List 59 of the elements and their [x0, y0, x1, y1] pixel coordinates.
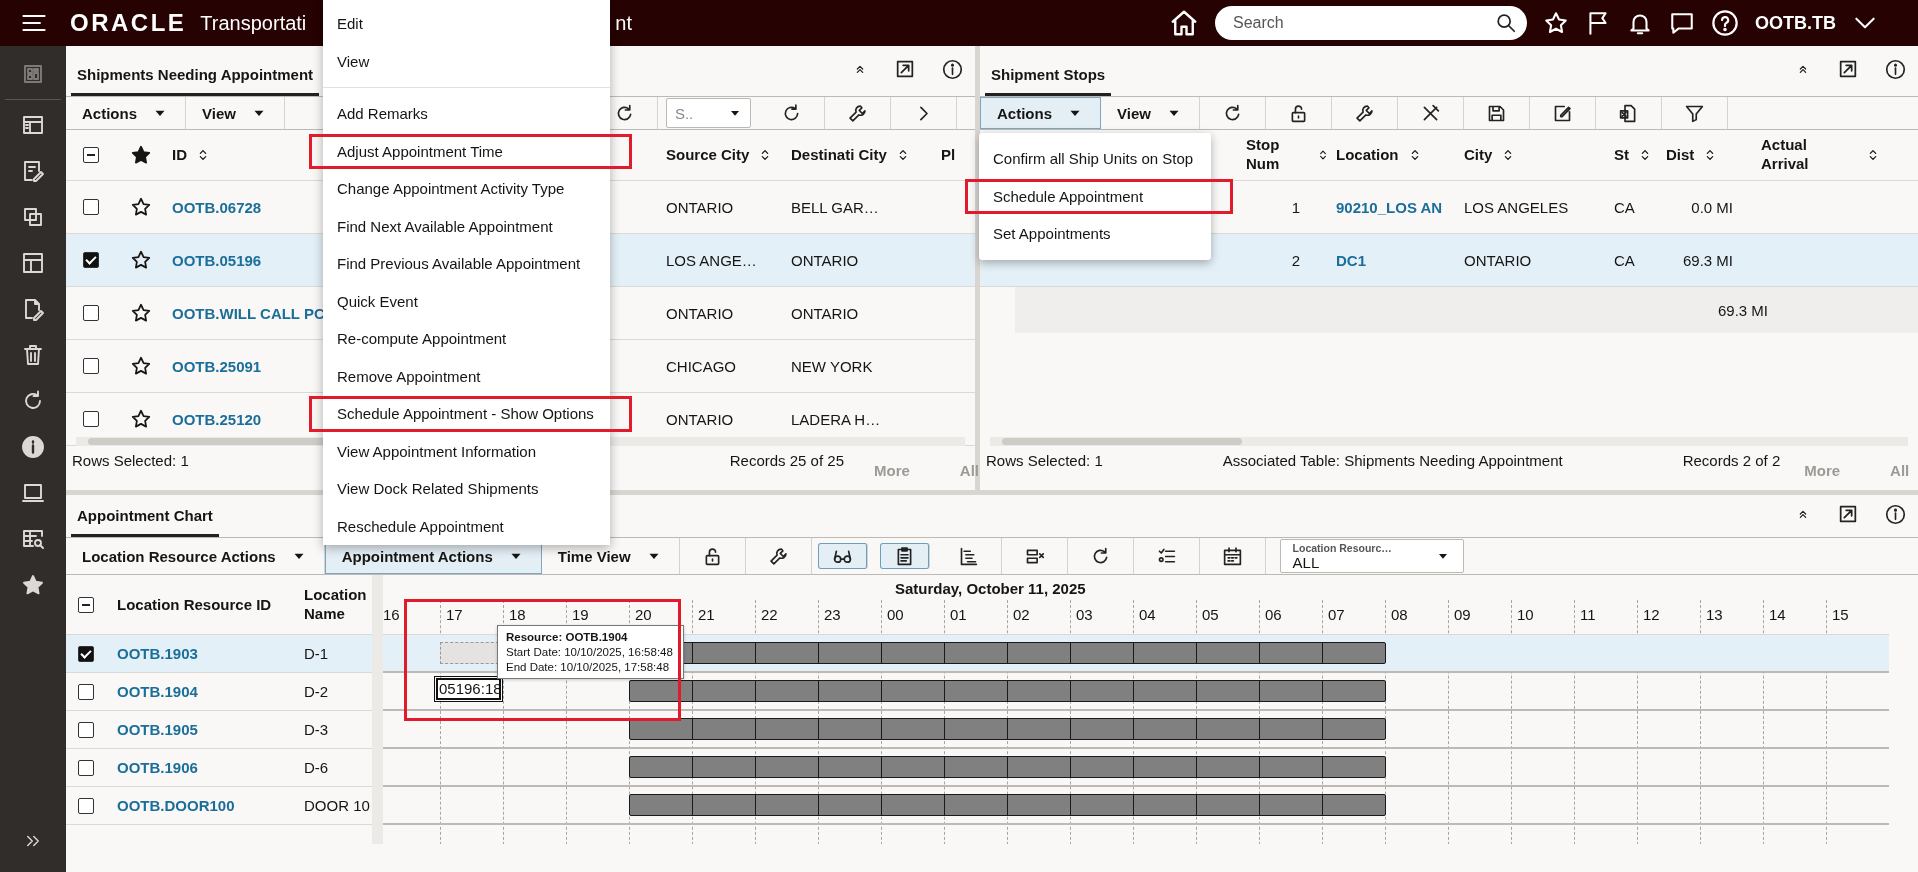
table-cell-text: ONTARIO: [790, 251, 860, 269]
hour-label: 14: [1769, 606, 1786, 623]
hour-label: 09: [1454, 606, 1471, 623]
hour-label: 04: [1139, 606, 1156, 623]
records-count: Records 25 of 25: [729, 452, 844, 469]
table-cell-text: ONTARIO: [1463, 251, 1533, 269]
app-title: nt: [615, 11, 632, 35]
rows-selected-text: Rows Selected: 1: [72, 452, 189, 469]
table-cell-text: CA: [1613, 251, 1636, 269]
table-cell-text: D-2: [303, 683, 330, 700]
hour-label: 23: [824, 606, 841, 623]
table-cell-text: ONTARIO: [665, 198, 735, 216]
table-cell-text: 0.0 MI: [1690, 198, 1734, 216]
hour-label: 06: [1265, 606, 1282, 623]
table-cell-text: 2: [1290, 251, 1301, 269]
hour-label: 21: [698, 606, 715, 623]
table-cell-text: 1: [1290, 198, 1301, 216]
table-cell-text: 69.3 MI: [1681, 251, 1734, 269]
table-cell-text: CHICAGO: [665, 357, 737, 375]
hour-label: 00: [887, 606, 904, 623]
hour-label: 19: [572, 606, 589, 623]
hour-label: 01: [950, 606, 967, 623]
table-cell-text: LOS ANGELES: [1463, 198, 1570, 216]
hour-label: 12: [1643, 606, 1660, 623]
hour-label: 05: [1202, 606, 1219, 623]
tooltip-title: Resource: OOTB.1904: [506, 630, 629, 645]
hour-label: 03: [1076, 606, 1093, 623]
table-cell-text: D-6: [303, 759, 330, 776]
hour-label: 07: [1328, 606, 1345, 623]
hour-label: 17: [446, 606, 463, 623]
table-cell-text: LADERA H…: [790, 410, 882, 428]
table-cell-text: ONTARIO: [790, 304, 860, 322]
table-cell-text: 69.3 MI: [1716, 301, 1769, 319]
app-title: Transportati: [200, 11, 307, 35]
hour-label: 20: [635, 606, 652, 623]
table-cell-text: CA: [1613, 198, 1636, 216]
table-cell-text: DOOR 10: [303, 797, 371, 814]
hour-label: 22: [761, 606, 778, 623]
table-cell-text: D-3: [303, 721, 330, 738]
hour-label: 15: [1832, 606, 1849, 623]
associated-table-text: Associated Table: Shipments Needing Appointment: [1222, 452, 1563, 469]
table-cell-text: D-1: [303, 645, 330, 662]
hour-label: 13: [1706, 606, 1723, 623]
rows-selected-text: Rows Selected: 1: [986, 452, 1103, 469]
hour-label: 16: [383, 606, 400, 623]
table-cell-text: ONTARIO: [665, 304, 735, 322]
hour-label: 11: [1580, 606, 1596, 623]
date-label: Saturday, October 11, 2025: [895, 580, 1086, 597]
table-cell-text: LOS ANGE…: [665, 251, 758, 269]
table-cell-text: ONTARIO: [665, 410, 735, 428]
hour-label: 02: [1013, 606, 1030, 623]
records-count: Records 2 of 2: [1682, 452, 1781, 469]
table-cell-text: BELL GAR…: [790, 198, 880, 216]
tooltip-text: Start Date: 10/10/2025, 16:58:48: [506, 645, 673, 660]
tooltip-text: End Date: 10/10/2025, 17:58:48: [506, 660, 671, 675]
hour-label: 18: [509, 606, 526, 623]
hour-label: 10: [1517, 606, 1534, 623]
table-cell-text: NEW YORK: [790, 357, 874, 375]
hour-label: 08: [1391, 606, 1408, 623]
